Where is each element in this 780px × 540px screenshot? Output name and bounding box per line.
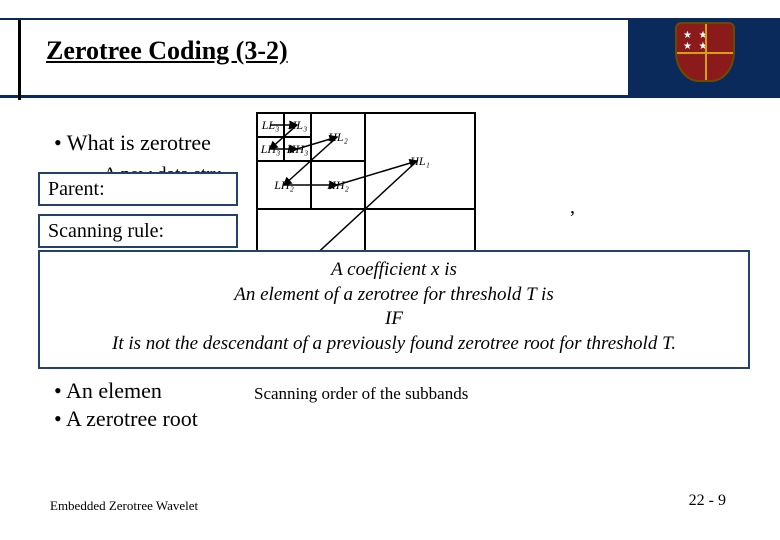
footer-page-number: 22 - 9 (689, 492, 726, 510)
bullet-zerotree-root: • A zerotree root (54, 406, 198, 432)
cell-lh3: LH₃ (257, 137, 284, 161)
box-scanning-label: Scanning rule: (48, 220, 164, 242)
box-parent: Parent: (38, 172, 238, 206)
cell-hl3: HL₃ (284, 113, 311, 137)
cell-hh2: HH₂ (311, 161, 365, 209)
diagram-caption: Scanning order of the subbands (254, 384, 468, 404)
def-line-4: It is not the descendant of a previously… (48, 332, 740, 357)
shield-icon: ★ ★★ ★ (675, 22, 735, 82)
cell-lh2: LH₂ (257, 161, 311, 209)
footer-left: Embedded Zerotree Wavelet (50, 498, 198, 514)
stray-comma: , (570, 196, 575, 219)
def-line-1: A coefficient x is (48, 258, 740, 283)
cell-ll3: LL₃ (257, 113, 284, 137)
def-line-2: An element of a zerotree for threshold T… (48, 283, 740, 308)
bullet-what-is: • What is zerotree (54, 130, 211, 156)
box-definition: A coefficient x is An element of a zerot… (38, 250, 750, 369)
cell-hh3: HH₃ (284, 137, 311, 161)
box-parent-label: Parent: (48, 178, 105, 200)
cell-hl2: HL₂ (311, 113, 365, 161)
slide: ★ ★★ ★ Zerotree Coding (3-2) • What is z… (0, 0, 780, 540)
def-line-3: IF (48, 307, 740, 332)
cell-hl1: HL₁ (365, 113, 475, 209)
body: • What is zerotree – A new data stru , L… (18, 98, 762, 500)
box-scanning-rule: Scanning rule: (38, 214, 238, 248)
bullet-an-elemen: • An elemen (54, 378, 162, 404)
logo-crest: ★ ★★ ★ (675, 22, 745, 92)
page-title: Zerotree Coding (3-2) (46, 36, 288, 66)
